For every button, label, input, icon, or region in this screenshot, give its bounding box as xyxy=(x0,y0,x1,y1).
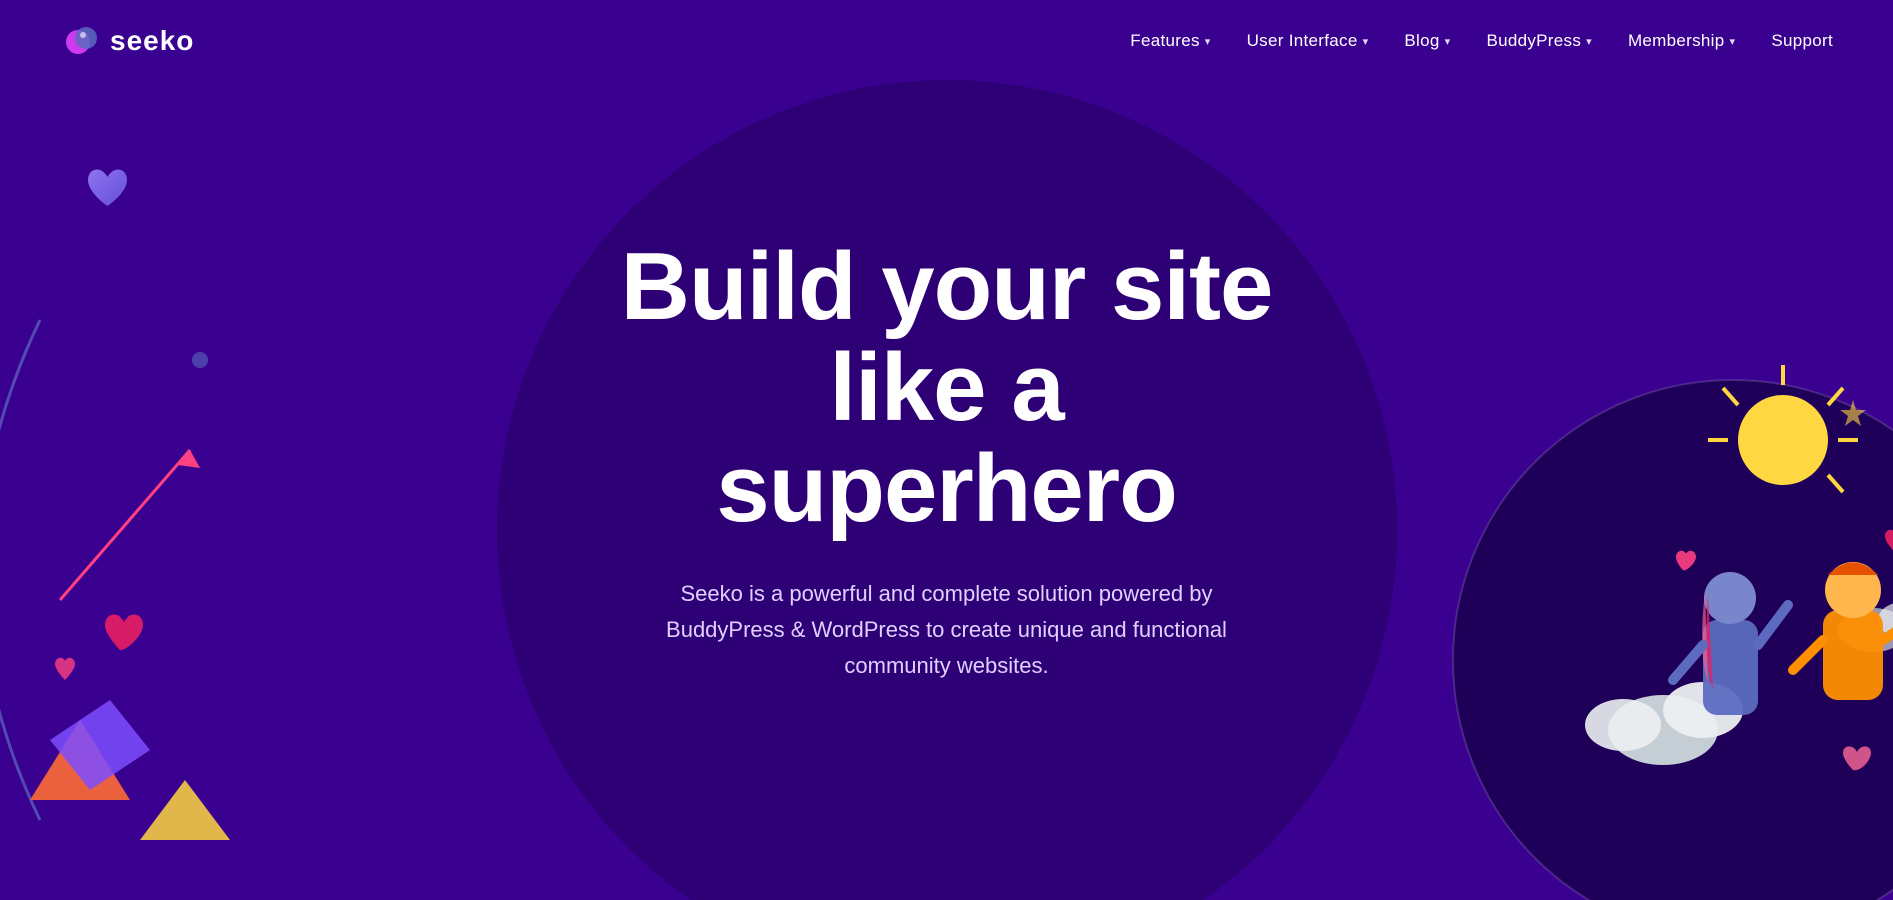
nav-item-user-interface[interactable]: User Interface ▾ xyxy=(1247,31,1369,51)
logo-icon xyxy=(60,20,102,62)
nav-item-support[interactable]: Support xyxy=(1771,31,1833,51)
nav-item-buddypress[interactable]: BuddyPress ▾ xyxy=(1486,31,1592,51)
brand-name: seeko xyxy=(110,25,194,57)
nav-item-blog[interactable]: Blog ▾ xyxy=(1404,31,1450,51)
nav-item-features[interactable]: Features ▾ xyxy=(1130,31,1210,51)
navbar: seeko Features ▾ User Interface ▾ Blog ▾ xyxy=(0,0,1893,82)
nav-links: Features ▾ User Interface ▾ Blog ▾ Buddy… xyxy=(1130,31,1833,51)
logo[interactable]: seeko xyxy=(60,20,194,62)
hero-title: Build your site like a superhero xyxy=(621,237,1273,539)
chevron-down-icon: ▾ xyxy=(1586,35,1592,48)
nav-item-membership[interactable]: Membership ▾ xyxy=(1628,31,1735,51)
chevron-down-icon: ▾ xyxy=(1730,35,1736,48)
chevron-down-icon: ▾ xyxy=(1445,35,1451,48)
hero-content: Build your site like a superhero Seeko i… xyxy=(0,82,1893,900)
hero-section: seeko Features ▾ User Interface ▾ Blog ▾ xyxy=(0,0,1893,900)
chevron-down-icon: ▾ xyxy=(1205,35,1211,48)
chevron-down-icon: ▾ xyxy=(1363,35,1369,48)
hero-subtitle: Seeko is a powerful and complete solutio… xyxy=(647,576,1247,685)
